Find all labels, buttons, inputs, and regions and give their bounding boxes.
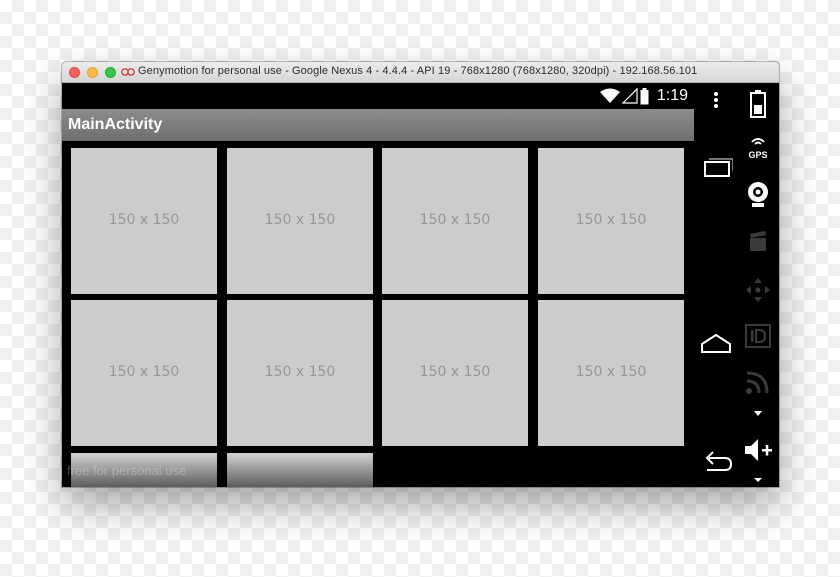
gps-widget[interactable]: GPS: [743, 133, 773, 163]
tile-label: 150 x 150: [108, 364, 180, 380]
grid-tile[interactable]: [227, 453, 373, 487]
camera-icon[interactable]: [743, 179, 773, 209]
window-title: Genymotion for personal use - Google Nex…: [138, 65, 698, 77]
wifi-icon: [599, 88, 620, 103]
tile-label: 150 x 150: [575, 212, 647, 228]
signal-icon: [621, 88, 638, 104]
tile-label: 150 x 150: [108, 212, 180, 228]
battery-icon: [640, 87, 649, 104]
action-bar: MainActivity: [62, 109, 694, 141]
video-icon[interactable]: [743, 226, 773, 256]
grid-tile[interactable]: 150 x 150: [382, 300, 528, 446]
grid-tile[interactable]: 150 x 150: [382, 148, 528, 294]
window-titlebar[interactable]: Genymotion for personal use - Google Nex…: [62, 62, 779, 83]
android-nav-bar: [694, 83, 737, 487]
zoom-window-button[interactable]: [105, 67, 116, 78]
back-icon[interactable]: [699, 446, 733, 480]
genymotion-logo-icon: [121, 68, 135, 76]
gps-icon: [751, 138, 765, 145]
id-icon[interactable]: [743, 321, 773, 351]
volume-up-icon[interactable]: [743, 435, 773, 465]
grid-tile[interactable]: 150 x 150: [538, 148, 684, 294]
status-clock: 1:19: [656, 87, 688, 104]
grid-tile[interactable]: 150 x 150: [227, 148, 373, 294]
android-screen[interactable]: 1:19 MainActivity 150 x 150 150 x 150 15…: [62, 83, 694, 487]
tile-label: 150 x 150: [264, 212, 336, 228]
home-icon[interactable]: [699, 328, 733, 362]
minimize-window-button[interactable]: [87, 67, 98, 78]
genymotion-toolbar: GPS: [737, 83, 779, 487]
tile-label: 150 x 150: [264, 364, 336, 380]
grid-tile[interactable]: 150 x 150: [227, 300, 373, 446]
tile-label: 150 x 150: [575, 364, 647, 380]
status-bar: 1:19: [62, 83, 694, 108]
overflow-menu-icon[interactable]: [707, 86, 725, 114]
grid-tile[interactable]: 150 x 150: [538, 300, 684, 446]
tile-label: 150 x 150: [419, 364, 491, 380]
tile-label: 150 x 150: [419, 212, 491, 228]
app-title: MainActivity: [68, 116, 163, 133]
scroll-down-icon[interactable]: [754, 478, 762, 483]
watermark: free for personal use: [67, 463, 187, 478]
gps-label: GPS: [748, 150, 768, 160]
battery-widget-icon[interactable]: [743, 89, 773, 119]
dpad-icon[interactable]: [743, 275, 773, 305]
scroll-down-icon[interactable]: [754, 411, 762, 417]
close-window-button[interactable]: [69, 67, 80, 78]
grid-tile[interactable]: 150 x 150: [71, 300, 217, 446]
rss-icon[interactable]: [743, 367, 773, 397]
recent-apps-icon[interactable]: [699, 151, 733, 185]
emulator-window: Genymotion for personal use - Google Nex…: [62, 62, 779, 487]
grid-tile[interactable]: 150 x 150: [71, 148, 217, 294]
